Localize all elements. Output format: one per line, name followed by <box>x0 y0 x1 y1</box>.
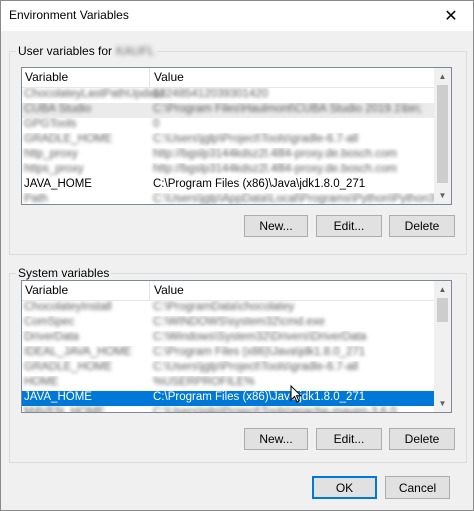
scroll-up-icon[interactable]: ▲ <box>434 68 451 85</box>
variable-value-cell: C:\Users\jglp\Project\Tools\apache-maven… <box>153 406 397 413</box>
variable-name-cell: GRADLE_HOME <box>24 133 113 145</box>
column-divider[interactable] <box>149 68 150 87</box>
variable-value-cell: C:\Program Files (x86)\Java\jdk1.8.0_271 <box>153 391 366 403</box>
table-row[interactable]: DriverData C:\Windows\System32\Drivers\Dr… <box>22 331 451 346</box>
table-row[interactable]: GPGTools 0 <box>22 118 451 133</box>
variable-value-cell: C:\Users\jglp\Project\Tools\gradle-6.7-a… <box>153 361 359 373</box>
variable-value-cell: %USERPROFILE% <box>153 376 255 388</box>
column-header-value[interactable]: Value <box>154 70 184 84</box>
scroll-up-icon[interactable]: ▲ <box>434 281 451 298</box>
variable-name-cell: ComSpec <box>24 316 75 328</box>
table-row[interactable]: https_proxy http://bgslp3144kdsz2l.4lll4-… <box>22 163 451 178</box>
user-edit-button[interactable]: Edit... <box>316 215 382 237</box>
system-list-scrollbar[interactable]: ▲ ▼ <box>434 281 451 412</box>
variable-name-cell: GRADLE_HOME <box>24 361 113 373</box>
close-icon[interactable]: ✕ <box>429 1 473 31</box>
table-row[interactable]: http_proxy http://bgslp3144kdsz2l.4lll4-p… <box>22 148 451 163</box>
ok-button[interactable]: OK <box>312 476 377 499</box>
variable-name-cell: GPGTools <box>24 118 77 130</box>
window-title: Environment Variables <box>9 8 129 22</box>
scroll-down-icon[interactable]: ▼ <box>434 395 451 412</box>
variable-name-cell: CUBA Studio <box>24 103 92 115</box>
table-row[interactable]: IDEAL_JAVA_HOME C:\Program Files (x86)\Ja… <box>22 346 451 361</box>
user-variables-label: User variables for KAUFL <box>16 44 157 58</box>
variable-value-cell: C:\ProgramData\chocolatey <box>153 301 295 313</box>
user-variables-group: User variables for KAUFL Variable Value C… <box>9 44 467 255</box>
table-row[interactable]: Path C:\Users\jglp\AppData\Local\Programs… <box>22 193 451 205</box>
variable-value-cell: C:\Users\jglp\AppData\Local\Programs\Pyt… <box>153 193 451 205</box>
table-row[interactable]: GRADLE_HOME C:\Users\jglp\Project\Tools\g… <box>22 361 451 376</box>
table-row[interactable]: GRADLE_HOME C:\Users\jglp\Project\Tools\g… <box>22 133 451 148</box>
variable-value-cell: C:\Windows\System32\Drivers\DriverData <box>153 331 367 343</box>
variable-name-cell: JAVA_HOME <box>24 391 92 403</box>
variable-name-cell: http_proxy <box>24 148 78 160</box>
variable-value-cell: C:\Program Files (x86)\Java\jdk1.8.0_271 <box>153 178 366 190</box>
table-row[interactable]: JAVA_HOME C:\Program Files (x86)\Java\jdk… <box>22 391 451 406</box>
variable-value-cell: http://bgslp3144kdsz2l.4lll4-proxy.de.bo… <box>153 163 397 175</box>
system-variables-label: System variables <box>16 266 112 280</box>
environment-variables-dialog: Environment Variables ✕ User variables f… <box>0 0 474 511</box>
system-delete-button[interactable]: Delete <box>389 428 455 450</box>
title-bar: Environment Variables ✕ <box>1 1 473 31</box>
column-header-variable[interactable]: Variable <box>25 283 68 297</box>
table-row[interactable]: MAVEN_HOME C:\Users\jglp\Project\Tools\ap… <box>22 406 451 413</box>
system-edit-button[interactable]: Edit... <box>316 428 382 450</box>
table-row[interactable]: JAVA_HOME C:\Program Files (x86)\Java\jdk… <box>22 178 451 193</box>
variable-value-cell: 0 <box>153 118 160 130</box>
user-delete-button[interactable]: Delete <box>389 215 455 237</box>
variable-name-cell: DriverData <box>24 331 79 343</box>
username-label: KAUFL <box>116 44 155 58</box>
table-row[interactable]: ComSpec C:\WINDOWS\system32\cmd.exe <box>22 316 451 331</box>
variable-name-cell: HOME <box>24 376 59 388</box>
scroll-thumb[interactable] <box>437 298 448 322</box>
cancel-button[interactable]: Cancel <box>385 476 450 499</box>
variable-value-cell: C:\Program Files (x86)\Java\jdk1.8.0_271 <box>153 346 366 358</box>
variable-name-cell: IDEAL_JAVA_HOME <box>24 346 132 358</box>
variable-value-cell: C:\Users\jglp\Project\Tools\gradle-6.7-a… <box>153 133 359 145</box>
table-row[interactable]: CUBA Studio C:\Program Files\Haulmont\CUB… <box>22 103 451 118</box>
column-divider[interactable] <box>149 281 150 300</box>
user-list-scrollbar[interactable]: ▲ ▼ <box>434 68 451 204</box>
variable-name-cell: Path <box>24 193 48 205</box>
user-list-header: Variable Value <box>22 68 451 88</box>
variable-value-cell: C:\WINDOWS\system32\cmd.exe <box>153 316 325 328</box>
mouse-pointer-icon <box>290 385 302 403</box>
system-new-button[interactable]: New... <box>244 428 308 450</box>
variable-name-cell: JAVA_HOME <box>24 178 92 190</box>
user-new-button[interactable]: New... <box>244 215 308 237</box>
scroll-thumb[interactable] <box>437 85 448 183</box>
system-variables-list[interactable]: Variable Value ChocolateyInstall C:\Progr… <box>21 280 452 413</box>
table-row[interactable]: HOME %USERPROFILE% <box>22 376 451 391</box>
column-header-variable[interactable]: Variable <box>25 70 68 84</box>
user-variables-list[interactable]: Variable Value ChocolateyLastPathUpdate 1… <box>21 67 452 205</box>
system-list-header: Variable Value <box>22 281 451 301</box>
table-row[interactable]: ChocolateyInstall C:\ProgramData\chocolat… <box>22 301 451 316</box>
variable-name-cell: MAVEN_HOME <box>24 406 105 413</box>
variable-name-cell: https_proxy <box>24 163 84 175</box>
variable-value-cell: C:\Program Files\Haulmont\CUBA Studio 20… <box>153 103 423 115</box>
scroll-down-icon[interactable]: ▼ <box>434 187 451 204</box>
variable-name-cell: ChocolateyLastPathUpdate <box>24 88 165 100</box>
system-variables-group: System variables Variable Value Chocolat… <box>9 266 467 463</box>
table-row[interactable]: ChocolateyLastPathUpdate 1324854120393014… <box>22 88 451 103</box>
variable-value-cell: 132485412039301420 <box>153 88 269 100</box>
variable-value-cell: http://bgslp3144kdsz2l.4lll4-proxy.de.bo… <box>153 148 397 160</box>
column-header-value[interactable]: Value <box>154 283 184 297</box>
variable-name-cell: ChocolateyInstall <box>24 301 112 313</box>
